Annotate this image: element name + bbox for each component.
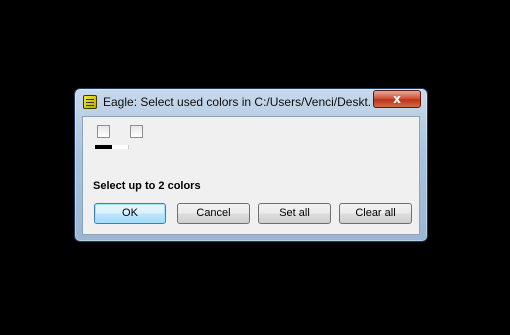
title-bar[interactable]: Eagle: Select used colors in C:/Users/Ve… [75,89,427,115]
window-title: Eagle: Select used colors in C:/Users/Ve… [103,95,371,109]
cancel-button[interactable]: Cancel [177,203,250,224]
color-swatch-2 [112,145,129,149]
close-button[interactable]: x [373,90,421,108]
color-swatch-1 [95,145,112,149]
eagle-app-icon [83,95,97,109]
set-all-button[interactable]: Set all [258,203,331,224]
clear-all-button[interactable]: Clear all [339,203,412,224]
ok-button[interactable]: OK [94,203,166,224]
color-checkbox-2[interactable] [130,125,143,138]
color-checkbox-1[interactable] [97,125,110,138]
dialog-client-area: Select up to 2 colors OK Cancel Set all … [82,116,420,235]
desktop-background: Eagle: Select used colors in C:/Users/Ve… [0,0,510,335]
selection-hint-label: Select up to 2 colors [93,180,201,192]
select-colors-dialog: Eagle: Select used colors in C:/Users/Ve… [74,88,428,242]
